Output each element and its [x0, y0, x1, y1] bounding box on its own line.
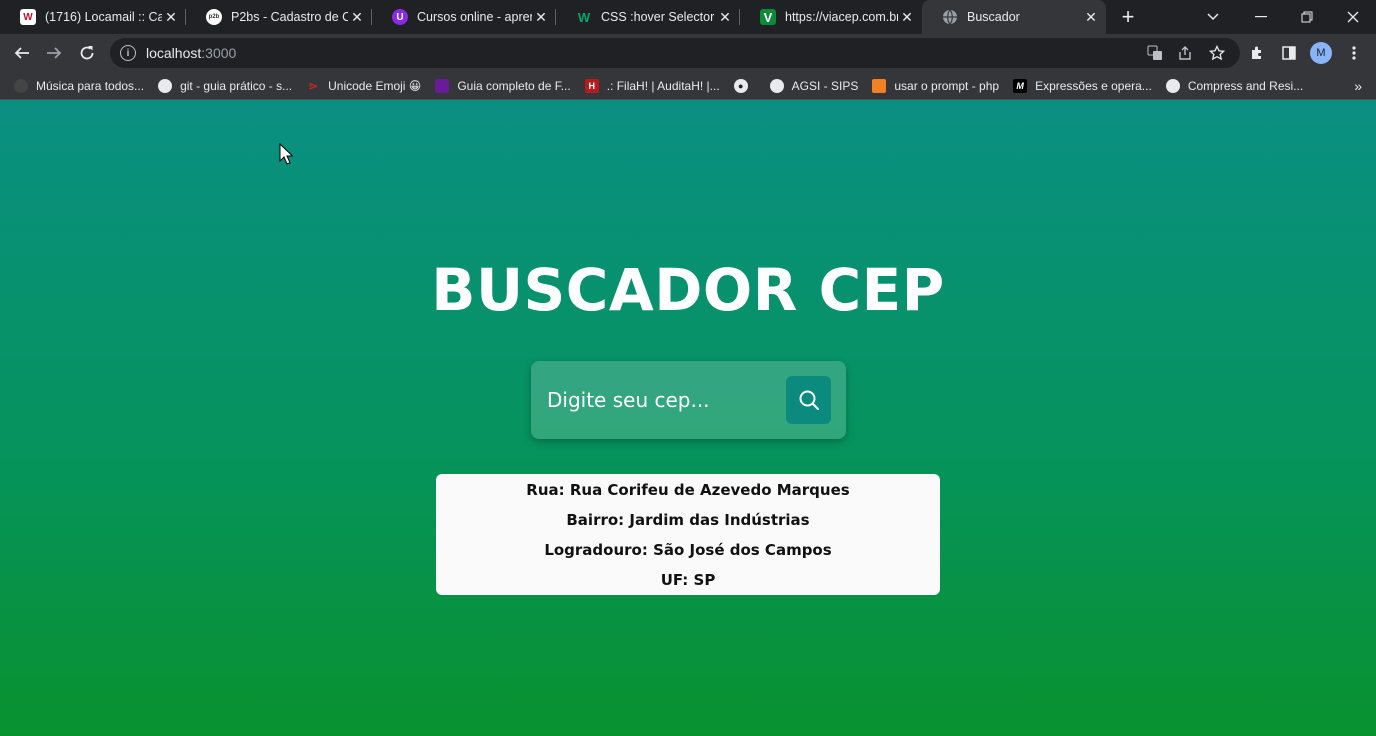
bookmark-guia-flexbox[interactable]: Guia completo de F...	[435, 78, 571, 93]
music-icon	[14, 78, 28, 93]
github-icon: ●	[733, 78, 748, 93]
shield-icon	[435, 78, 450, 93]
bookmark-compress[interactable]: Compress and Resi...	[1165, 78, 1303, 93]
new-tab-button[interactable]: +	[1116, 4, 1140, 30]
tab-title: (1716) Locamail :: Caix	[45, 10, 162, 24]
page-viewport: BUSCADOR CEP Rua: Rua Corifeu de Azevedo…	[0, 100, 1376, 736]
cep-search-input[interactable]	[547, 381, 777, 419]
close-tab-icon[interactable]: ✕	[162, 9, 180, 26]
minimize-button[interactable]	[1238, 0, 1284, 34]
tab-title: https://viacep.com.br/	[785, 10, 898, 24]
kebab-menu-icon[interactable]	[1340, 39, 1368, 67]
tab-title: P2bs - Cadastro de Ch	[231, 10, 348, 24]
tab-udemy[interactable]: U Cursos online - apren ✕	[372, 0, 556, 34]
tab-title: Buscador	[967, 10, 1020, 24]
close-tab-icon[interactable]: ✕	[532, 9, 550, 26]
extensions-icon[interactable]	[1243, 39, 1271, 67]
result-card: Rua: Rua Corifeu de Azevedo Marques Bair…	[436, 474, 940, 595]
result-uf: UF: SP	[660, 571, 716, 589]
locamail-favicon-icon: W	[20, 9, 36, 25]
bookmark-musica[interactable]: Música para todos...	[14, 78, 144, 93]
bookmark-github[interactable]: ●	[733, 78, 756, 93]
tab-strip: W (1716) Locamail :: Caix ✕ p2b P2bs - C…	[0, 0, 1376, 34]
close-tab-icon[interactable]: ✕	[348, 9, 366, 26]
globe-icon	[1165, 78, 1180, 93]
profile-avatar[interactable]: M	[1307, 39, 1335, 67]
viacep-favicon-icon: V	[760, 9, 776, 25]
close-tab-icon[interactable]: ✕	[898, 9, 916, 26]
mdn-icon: M	[1013, 78, 1028, 93]
restore-button[interactable]	[1284, 0, 1330, 34]
bookmark-prompt-php[interactable]: usar o prompt - php	[872, 78, 999, 93]
reload-button[interactable]	[73, 39, 101, 67]
bookmark-filah[interactable]: H.: FilaH! | AuditaH! |...	[584, 78, 720, 93]
bookmark-expressoes[interactable]: M Expressões e opera...	[1013, 78, 1152, 93]
close-window-button[interactable]	[1330, 0, 1376, 34]
tab-w3schools[interactable]: W CSS :hover Selector ✕	[556, 0, 740, 34]
result-rua: Rua: Rua Corifeu de Azevedo Marques	[526, 481, 850, 499]
bookmark-git[interactable]: git - guia prático - s...	[158, 78, 292, 93]
result-logradouro: Logradouro: São José dos Campos	[544, 541, 832, 559]
result-bairro: Bairro: Jardim das Indústrias	[566, 511, 810, 529]
tab-title: Cursos online - apren	[417, 10, 532, 24]
address-bar[interactable]: i localhost:3000	[110, 38, 1240, 68]
side-panel-icon[interactable]	[1275, 39, 1303, 67]
tab-title: CSS :hover Selector	[601, 10, 715, 24]
w3schools-favicon-icon: W	[576, 9, 592, 25]
bookmark-unicode-emoji[interactable]: ⋗ Unicode Emoji 😀	[306, 79, 421, 93]
filah-icon: H	[584, 78, 599, 93]
url-text: localhost:3000	[146, 45, 237, 61]
search-button[interactable]	[786, 376, 831, 424]
mouse-cursor-icon	[279, 143, 293, 165]
forward-button[interactable]	[40, 39, 68, 67]
bookmarks-bar: Música para todos... git - guia prático …	[0, 72, 1376, 100]
globe-icon	[158, 78, 173, 93]
cep-search-box	[531, 361, 846, 439]
site-info-icon[interactable]: i	[120, 45, 136, 61]
bookmarks-overflow-button[interactable]: »	[1354, 72, 1362, 100]
p2bs-favicon-icon: p2b	[206, 9, 222, 25]
share-icon[interactable]	[1170, 38, 1200, 68]
close-tab-icon[interactable]: ✕	[1082, 9, 1100, 26]
stackoverflow-icon	[872, 78, 887, 93]
udemy-favicon-icon: U	[392, 9, 408, 25]
page-title: BUSCADOR CEP	[431, 256, 945, 324]
tab-locamail[interactable]: W (1716) Locamail :: Caix ✕	[0, 0, 186, 34]
tab-search-chevron-icon[interactable]	[1190, 0, 1236, 34]
search-icon	[799, 390, 819, 410]
bookmark-star-icon[interactable]	[1202, 38, 1232, 68]
arrow-icon: ⋗	[308, 78, 319, 93]
tab-viacep[interactable]: V https://viacep.com.br/ ✕	[740, 0, 922, 34]
close-tab-icon[interactable]: ✕	[716, 9, 734, 26]
globe-icon	[942, 9, 958, 25]
globe-icon	[769, 78, 784, 93]
bookmark-agsi[interactable]: AGSI - SIPS	[769, 78, 858, 93]
browser-toolbar: i localhost:3000 M	[0, 34, 1376, 72]
tab-p2bs[interactable]: p2b P2bs - Cadastro de Ch ✕	[186, 0, 372, 34]
translate-icon[interactable]	[1140, 38, 1170, 68]
back-button[interactable]	[8, 39, 36, 67]
tab-buscador[interactable]: Buscador ✕	[922, 0, 1106, 34]
